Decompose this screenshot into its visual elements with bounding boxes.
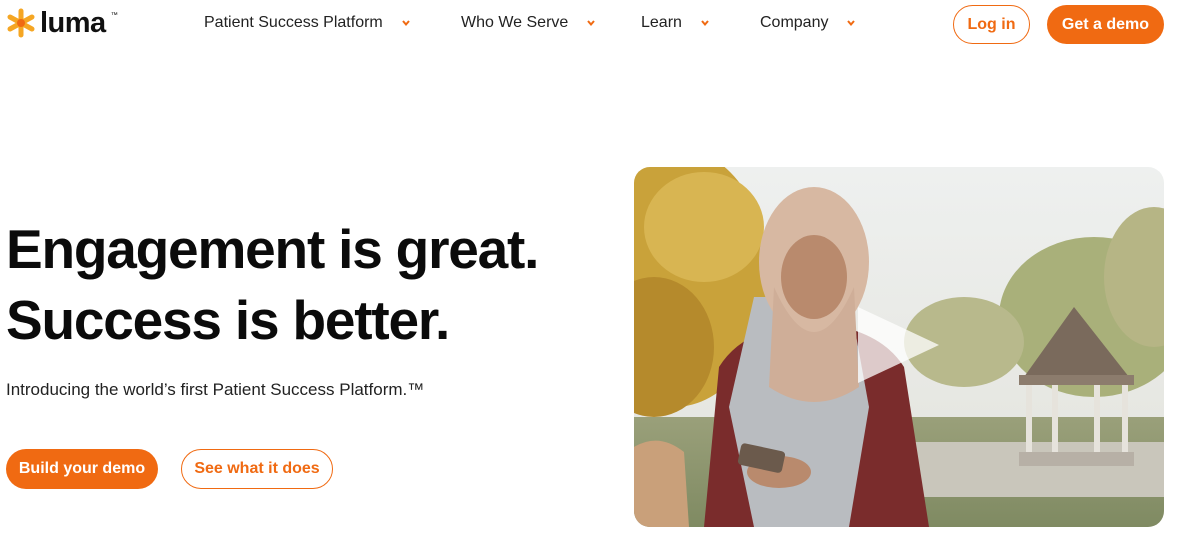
hero-title-line-1: Engagement is great. xyxy=(6,218,539,280)
nav-item-patient-success-platform[interactable]: Patient Success Platform xyxy=(204,14,411,32)
see-what-it-does-button[interactable]: See what it does xyxy=(181,449,333,489)
hero-video[interactable] xyxy=(634,167,1164,527)
nav-item-label: Company xyxy=(760,14,829,31)
get-demo-button[interactable]: Get a demo xyxy=(1047,5,1164,44)
brand-tm: ™ xyxy=(110,11,118,19)
nav-item-label: Learn xyxy=(641,14,682,31)
chevron-down-icon xyxy=(701,20,709,27)
star-icon xyxy=(7,8,35,38)
nav-item-learn[interactable]: Learn xyxy=(641,14,710,32)
nav-item-label: Patient Success Platform xyxy=(204,14,383,31)
luma-logo[interactable]: luma ™ xyxy=(6,8,118,38)
login-button[interactable]: Log in xyxy=(953,5,1030,44)
build-demo-button[interactable]: Build your demo xyxy=(6,449,158,489)
nav-item-who-we-serve[interactable]: Who We Serve xyxy=(461,14,596,32)
brand-name: luma xyxy=(40,7,106,39)
hero-title: Engagement is great. Success is better. xyxy=(6,214,539,356)
chevron-down-icon xyxy=(847,20,856,27)
nav-item-company[interactable]: Company xyxy=(760,14,856,32)
top-nav: luma ™ Patient Success Platform Who We Se… xyxy=(0,0,1187,50)
video-thumbnail xyxy=(634,167,1164,527)
hero-title-line-2: Success is better. xyxy=(6,289,450,351)
chevron-down-icon xyxy=(401,20,410,27)
hero-subtitle: Introducing the world’s first Patient Su… xyxy=(6,380,425,399)
chevron-down-icon xyxy=(587,20,596,27)
nav-item-label: Who We Serve xyxy=(461,14,569,31)
